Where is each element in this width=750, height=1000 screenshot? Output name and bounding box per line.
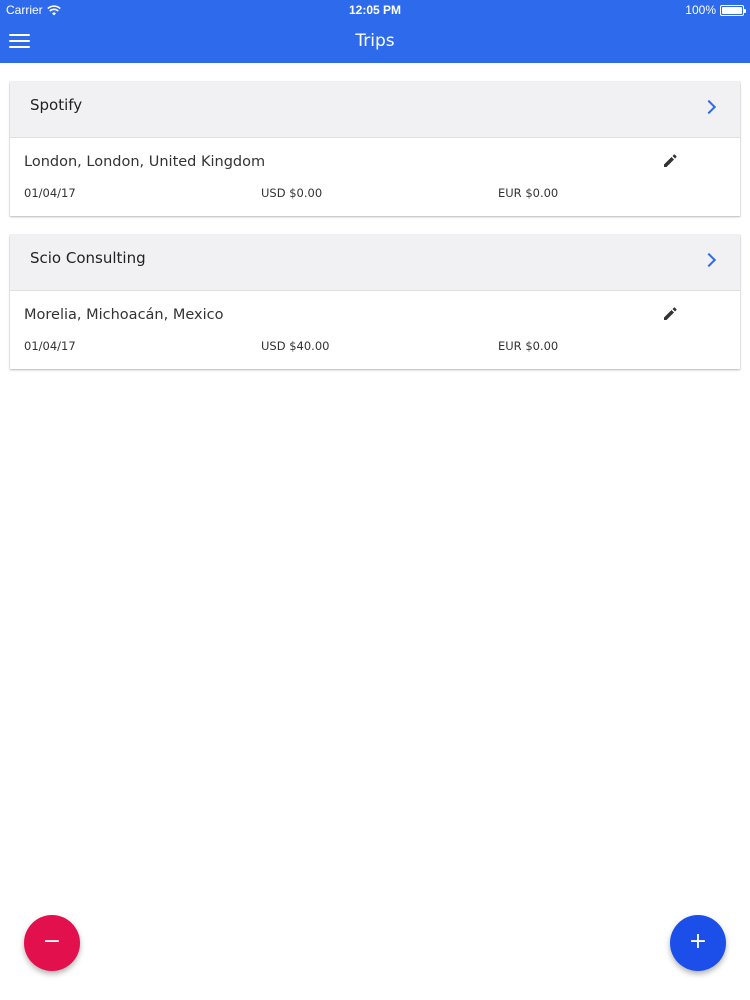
trip-card: Spotify London, London, United Kingdom 0… bbox=[10, 82, 740, 216]
add-trip-button[interactable]: + bbox=[670, 915, 726, 971]
trip-card-body: London, London, United Kingdom 01/04/17 … bbox=[10, 138, 740, 216]
trip-location: Morelia, Michoacán, Mexico bbox=[24, 307, 224, 323]
trip-date: 01/04/17 bbox=[24, 186, 76, 200]
edit-pencil-icon[interactable] bbox=[662, 153, 680, 171]
nav-bar: Trips bbox=[0, 20, 750, 63]
chevron-right-icon[interactable] bbox=[701, 252, 717, 268]
trip-location: London, London, United Kingdom bbox=[24, 154, 266, 170]
trip-company: Scio Consulting bbox=[30, 249, 146, 267]
plus-icon: + bbox=[688, 929, 708, 954]
status-bar-right: 100% bbox=[685, 3, 746, 17]
trip-card-body: Morelia, Michoacán, Mexico 01/04/17 USD … bbox=[10, 291, 740, 369]
status-bar: Carrier 12:05 PM 100% bbox=[0, 0, 750, 20]
trip-date: 01/04/17 bbox=[24, 339, 76, 353]
page-title: Trips bbox=[355, 31, 395, 51]
battery-percent: 100% bbox=[685, 3, 716, 17]
trip-card-header[interactable]: Spotify bbox=[10, 82, 740, 138]
battery-icon bbox=[720, 4, 746, 16]
trip-usd-total: USD $40.00 bbox=[261, 339, 330, 353]
edit-pencil-icon[interactable] bbox=[662, 306, 680, 324]
trip-card-header[interactable]: Scio Consulting bbox=[10, 235, 740, 291]
trip-eur-total: EUR $0.00 bbox=[498, 339, 559, 353]
trip-usd-total: USD $0.00 bbox=[261, 186, 323, 200]
remove-trip-button[interactable]: − bbox=[24, 915, 80, 971]
minus-icon: − bbox=[42, 929, 62, 954]
status-time: 12:05 PM bbox=[348, 3, 402, 17]
trip-company: Spotify bbox=[30, 96, 83, 114]
chevron-right-icon[interactable] bbox=[701, 99, 717, 115]
trip-card: Scio Consulting Morelia, Michoacán, Mexi… bbox=[10, 235, 740, 369]
trip-eur-total: EUR $0.00 bbox=[498, 186, 559, 200]
